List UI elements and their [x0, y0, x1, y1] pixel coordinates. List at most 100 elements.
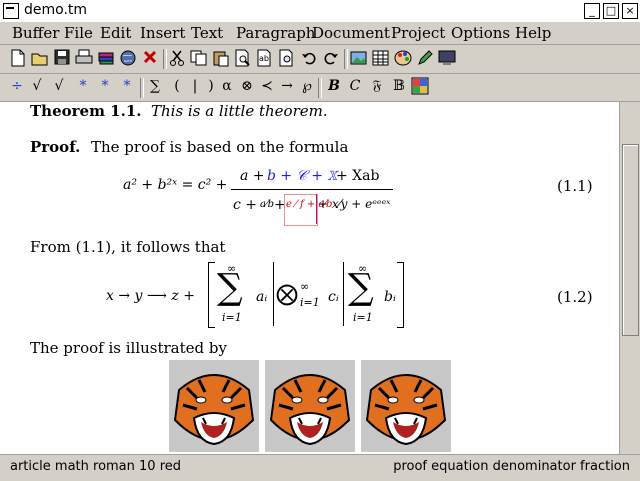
eq2-number: (1.2) [557, 288, 593, 306]
superscript-button[interactable]: * [96, 77, 114, 95]
eq1-denominator-rest: + x⁄y + eᵉᵉᵉˣ [318, 197, 391, 211]
menu-text[interactable]: Text [191, 24, 223, 42]
eq1-numerator-blue: b + 𝒞 + 𝕏 [267, 168, 338, 184]
print-icon[interactable] [75, 49, 93, 67]
redo-icon[interactable] [322, 49, 340, 67]
misc-symbol-button[interactable]: ℘ [298, 77, 316, 95]
menu-insert[interactable]: Insert [140, 24, 185, 42]
vertical-scrollbar[interactable] [619, 102, 640, 454]
table-icon[interactable] [372, 49, 390, 67]
eq2-sum1-bottom: i=1 [222, 311, 242, 324]
binary-operator-button[interactable]: ⊗ [238, 77, 256, 95]
scrollbar-thumb[interactable] [622, 144, 639, 336]
palette-icon[interactable] [394, 49, 412, 67]
proof-label: Proof. [30, 138, 81, 156]
eq2-sum2-bottom: i=1 [353, 311, 373, 324]
minimize-button[interactable]: _ [584, 3, 600, 19]
theorem-label: Theorem 1.1. [30, 102, 142, 120]
globe-icon[interactable] [119, 49, 137, 67]
eq1-denominator-c: c + [233, 197, 258, 213]
main-toolbar: ab [0, 45, 640, 74]
eq2-sum1: ∑ [217, 267, 243, 308]
new-file-icon[interactable] [9, 49, 27, 67]
eq1-cursor-box [284, 194, 318, 226]
close-button[interactable]: × [622, 3, 638, 19]
toolbar-separator [344, 49, 348, 69]
toolbar-separator [140, 78, 144, 98]
calligraphic-button[interactable]: C [346, 77, 364, 95]
text-cursor [316, 194, 317, 224]
eq2-bar1 [273, 262, 274, 326]
status-bar: article math roman 10 red proof equation… [0, 454, 640, 481]
proof-text: The proof is based on the formula [91, 138, 349, 156]
menu-help[interactable]: Help [515, 24, 551, 42]
status-left-text: article math roman 10 red [10, 459, 182, 474]
big-operator-button[interactable]: ∑ [146, 77, 164, 95]
open-file-icon[interactable] [31, 49, 49, 67]
menu-options[interactable]: Options [451, 24, 510, 42]
open-bracket-button[interactable]: ( [168, 77, 186, 95]
document-canvas[interactable]: Theorem 1.1. This is a little theorem. P… [0, 102, 619, 454]
menu-buffer[interactable]: Buffer [12, 24, 59, 42]
menu-file[interactable]: File [64, 24, 93, 42]
toolbar-separator [318, 78, 322, 98]
image-icon[interactable] [350, 49, 368, 67]
spell-check-icon[interactable] [278, 49, 296, 67]
math-toolbar: ÷ √ √ * * * ∑ ( | ) α ⊗ ≺ → ℘ B C 𝔉 𝔹 [0, 74, 640, 102]
close-x-icon[interactable] [141, 49, 159, 67]
greek-button[interactable]: α [218, 77, 236, 95]
menu-document[interactable]: Document [312, 24, 390, 42]
eq1-denominator-ab: a⁄b [260, 199, 275, 210]
undo-icon[interactable] [300, 49, 318, 67]
follows-text: From (1.1), it follows that [30, 238, 226, 256]
relation-button[interactable]: ≺ [258, 77, 276, 95]
menu-edit[interactable]: Edit [100, 24, 131, 42]
find-icon[interactable] [234, 49, 252, 67]
fraktur-button[interactable]: 𝔉 [368, 77, 386, 95]
replace-icon[interactable]: ab [256, 49, 274, 67]
screen-icon[interactable] [438, 49, 456, 67]
eq2-sum2: ∑ [348, 267, 374, 308]
application-window: demo.tm _ □ × Buffer File Edit Insert Te… [0, 0, 640, 481]
maximize-button[interactable]: □ [603, 3, 619, 19]
arrow-button[interactable]: → [278, 77, 296, 95]
pen-icon[interactable] [416, 49, 434, 67]
tiger-image [169, 360, 259, 452]
eq2-b: bᵢ [384, 289, 396, 305]
eq1-number: (1.1) [557, 177, 593, 195]
fraction-button[interactable]: ÷ [8, 77, 26, 95]
books-icon[interactable] [97, 49, 115, 67]
eq2-left-bracket [208, 262, 215, 328]
eq1-lhs: a² + b²ˣ = c² + [123, 177, 228, 193]
tiger-image [361, 360, 451, 452]
bold-math-button[interactable]: B [325, 77, 343, 95]
paste-icon[interactable] [212, 49, 230, 67]
eq2-bar2 [343, 262, 344, 326]
color-table-button[interactable] [411, 77, 429, 95]
status-right-text: proof equation denominator fraction [393, 459, 630, 474]
svg-text:ab: ab [259, 54, 269, 63]
sqrt-button[interactable]: √ [28, 77, 46, 95]
window-title: demo.tm [24, 2, 88, 18]
eq2-a: aᵢ [256, 289, 268, 305]
menu-paragraph[interactable]: Paragraph [236, 24, 315, 42]
tiger-image [265, 360, 355, 452]
subscript-button[interactable]: * [74, 77, 92, 95]
copy-icon[interactable] [190, 49, 208, 67]
window-menu-icon[interactable] [3, 3, 19, 19]
menu-project[interactable]: Project [391, 24, 445, 42]
eq2-otimes-top: ∞ [300, 280, 310, 293]
eq2-lhs: x → y ⟶ z + [106, 288, 195, 304]
nth-root-button[interactable]: √ [50, 77, 68, 95]
eq2-right-bracket [397, 262, 404, 328]
save-icon[interactable] [53, 49, 71, 67]
eq1-numerator-xab: + Xab [336, 168, 380, 184]
title-bar[interactable]: demo.tm _ □ × [0, 0, 640, 23]
toolbar-separator [163, 49, 167, 69]
cut-icon[interactable] [168, 49, 186, 67]
eq1-numerator-a: a + [240, 168, 265, 184]
eq2-otimes-bottom: i=1 [300, 296, 320, 309]
theorem-text: This is a little theorem. [151, 102, 328, 120]
above-below-button[interactable]: * [118, 77, 136, 95]
blackboard-button[interactable]: 𝔹 [390, 77, 408, 95]
